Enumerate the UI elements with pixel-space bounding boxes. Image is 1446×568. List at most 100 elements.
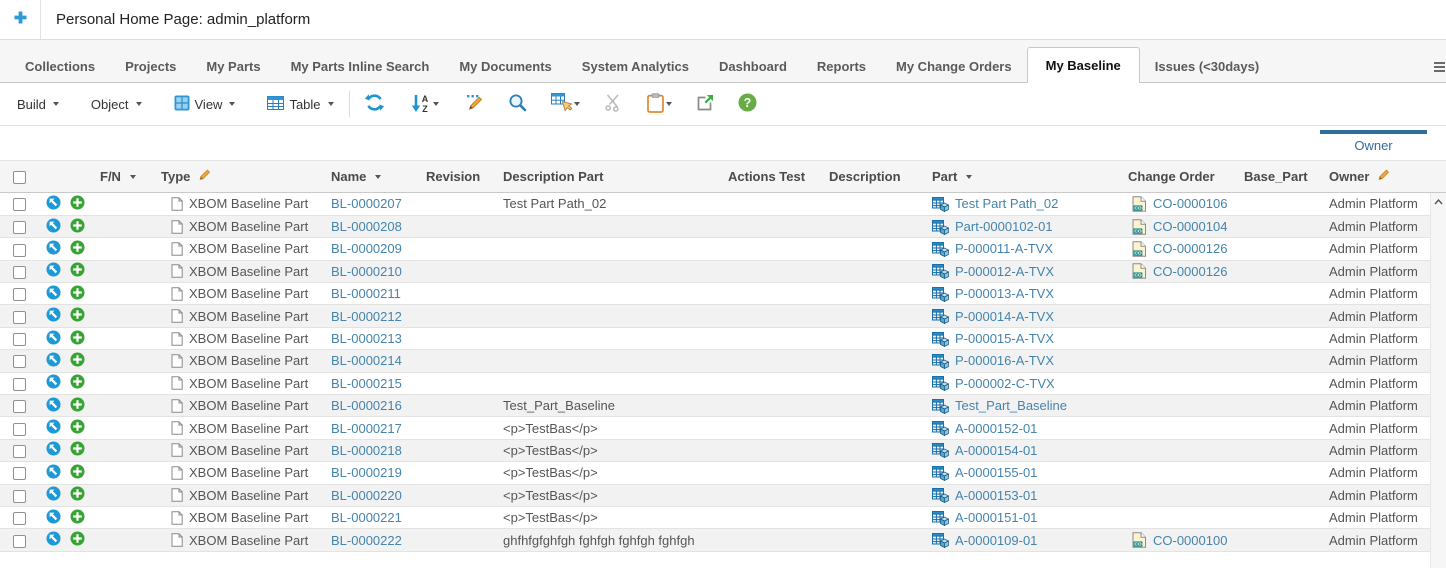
mass-edit-button[interactable] [461,91,486,118]
part-link[interactable]: A-0000152-01 [955,421,1037,436]
baseline-name-link[interactable]: BL-0000215 [331,376,402,391]
info-icon[interactable] [46,240,61,255]
change-order-link[interactable]: CO-0000106 [1153,196,1227,211]
part-link[interactable]: P-000014-A-TVX [955,309,1054,324]
part-link[interactable]: A-0000155-01 [955,465,1037,480]
column-select-button[interactable] [549,91,582,117]
baseline-name-link[interactable]: BL-0000208 [331,219,402,234]
baseline-name-link[interactable]: BL-0000212 [331,309,402,324]
add-icon[interactable] [70,262,85,277]
row-checkbox[interactable] [13,198,26,211]
add-icon[interactable] [70,531,85,546]
row-checkbox[interactable] [13,467,26,480]
info-icon[interactable] [46,285,61,300]
baseline-name-link[interactable]: BL-0000210 [331,264,402,279]
info-icon[interactable] [46,195,61,210]
tab-projects[interactable]: Projects [110,52,191,82]
row-checkbox[interactable] [13,378,26,391]
info-icon[interactable] [46,397,61,412]
column-header-fn[interactable]: F/N [94,161,155,192]
tab-issues[interactable]: Issues (<30days) [1140,52,1274,82]
part-link[interactable]: P-000015-A-TVX [955,331,1054,346]
new-tab-button[interactable] [0,0,41,39]
add-icon[interactable] [70,307,85,322]
row-checkbox[interactable] [13,400,26,413]
row-checkbox[interactable] [13,333,26,346]
info-icon[interactable] [46,330,61,345]
add-icon[interactable] [70,441,85,456]
add-icon[interactable] [70,486,85,501]
info-icon[interactable] [46,352,61,367]
change-order-link[interactable]: CO-0000100 [1153,533,1227,548]
view-menu-button[interactable]: View [171,93,239,116]
part-link[interactable]: P-000002-C-TVX [955,376,1055,391]
column-header-actions-test[interactable]: Actions Test [722,161,823,192]
tab-dashboard[interactable]: Dashboard [704,52,802,82]
tab-reports[interactable]: Reports [802,52,881,82]
add-icon[interactable] [70,419,85,434]
column-header-description-part[interactable]: Description Part [497,161,722,192]
row-checkbox[interactable] [13,288,26,301]
add-icon[interactable] [70,240,85,255]
part-link[interactable]: P-000013-A-TVX [955,286,1054,301]
help-button[interactable]: ? [736,91,759,117]
info-icon[interactable] [46,464,61,479]
export-button[interactable] [694,92,716,117]
add-icon[interactable] [70,218,85,233]
add-icon[interactable] [70,352,85,367]
column-header-description[interactable]: Description [823,161,926,192]
baseline-name-link[interactable]: BL-0000214 [331,353,402,368]
baseline-name-link[interactable]: BL-0000222 [331,533,402,548]
row-checkbox[interactable] [13,535,26,548]
column-header-part[interactable]: Part [926,161,1122,192]
part-link[interactable]: A-0000109-01 [955,533,1037,548]
baseline-name-link[interactable]: BL-0000219 [331,465,402,480]
tab-my-parts-inline-search[interactable]: My Parts Inline Search [276,52,445,82]
add-icon[interactable] [70,374,85,389]
baseline-name-link[interactable]: BL-0000207 [331,196,402,211]
select-all-checkbox[interactable] [13,171,26,184]
change-order-link[interactable]: CO-0000126 [1153,264,1227,279]
info-icon[interactable] [46,441,61,456]
tab-overflow-menu-icon[interactable] [1434,60,1446,74]
baseline-name-link[interactable]: BL-0000221 [331,510,402,525]
add-icon[interactable] [70,509,85,524]
part-link[interactable]: Test_Part_Baseline [955,398,1067,413]
add-icon[interactable] [70,285,85,300]
info-icon[interactable] [46,486,61,501]
vertical-scrollbar[interactable] [1430,193,1446,568]
row-checkbox[interactable] [13,423,26,436]
add-icon[interactable] [70,397,85,412]
info-icon[interactable] [46,419,61,434]
info-icon[interactable] [46,374,61,389]
build-menu-button[interactable]: Build [14,95,62,114]
add-icon[interactable] [70,195,85,210]
row-checkbox[interactable] [13,490,26,503]
row-checkbox[interactable] [13,266,26,279]
part-link[interactable]: Part-0000102-01 [955,219,1053,234]
column-header-name[interactable]: Name [325,161,420,192]
row-checkbox[interactable] [13,221,26,234]
row-checkbox[interactable] [13,445,26,458]
tab-collections[interactable]: Collections [10,52,110,82]
owner-column-drag-label[interactable]: Owner [1320,130,1427,153]
part-link[interactable]: P-000016-A-TVX [955,353,1054,368]
baseline-name-link[interactable]: BL-0000209 [331,241,402,256]
refresh-button[interactable] [362,90,387,118]
info-icon[interactable] [46,509,61,524]
cut-button[interactable] [602,91,625,117]
column-header-revision[interactable]: Revision [420,161,497,192]
row-checkbox[interactable] [13,512,26,525]
part-link[interactable]: P-000011-A-TVX [955,241,1053,256]
tab-my-change-orders[interactable]: My Change Orders [881,52,1027,82]
column-header-type[interactable]: Type [155,161,325,192]
add-icon[interactable] [70,330,85,345]
info-icon[interactable] [46,531,61,546]
table-menu-button[interactable]: Table [264,94,336,115]
tab-my-baseline[interactable]: My Baseline [1027,47,1140,83]
row-checkbox[interactable] [13,244,26,257]
object-menu-button[interactable]: Object [88,95,145,114]
part-link[interactable]: A-0000153-01 [955,488,1037,503]
search-button[interactable] [506,91,529,117]
part-link[interactable]: Test Part Path_02 [955,196,1058,211]
